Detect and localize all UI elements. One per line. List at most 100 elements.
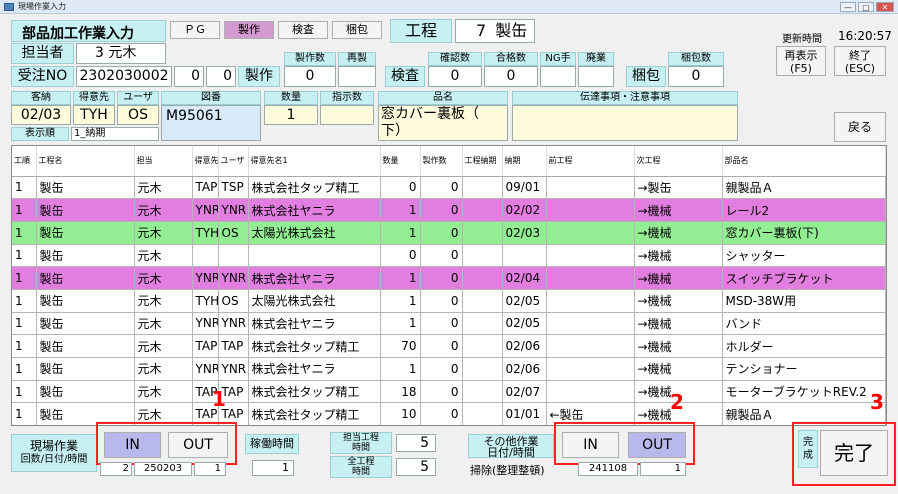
- column-header[interactable]: 工程名: [36, 146, 135, 177]
- kanryo-button[interactable]: 完了: [820, 430, 888, 476]
- refresh-button[interactable]: 再表示 (F5): [776, 46, 826, 76]
- process-table[interactable]: 工順工程名担当得意先コードユーザ得意先名1数量製作数工程納期納期前工程次工程部品…: [11, 145, 887, 426]
- table-cell: [546, 244, 635, 268]
- minimize-icon[interactable]: —: [840, 2, 856, 12]
- table-row[interactable]: 1 製缶 元木 TAP TAP 株式会社タップ精工 70 0 02/06 →機械 ホルダー: [12, 334, 886, 358]
- process-field: 7 製缶: [455, 19, 535, 43]
- konposu-field[interactable]: 0: [668, 66, 724, 87]
- table-row[interactable]: 1 製缶 元木 TAP TSP 株式会社タップ精工 0 0 09/01 →製缶 親製品Ａ: [12, 176, 886, 200]
- maximize-icon[interactable]: ▢: [858, 2, 874, 12]
- genba-in-button[interactable]: IN: [104, 432, 161, 458]
- table-cell: 1: [12, 380, 37, 404]
- kado-label: 稼働時間: [245, 434, 299, 454]
- table-cell: 02/02: [502, 198, 547, 222]
- juchu-a[interactable]: 0: [174, 66, 204, 87]
- column-header[interactable]: 得意先コード: [192, 146, 219, 177]
- table-cell: 株式会社タップ精工: [248, 380, 381, 404]
- table-cell: [248, 244, 381, 268]
- table-cell: OS: [218, 289, 249, 313]
- table-cell: 1: [12, 357, 37, 381]
- table-cell: 株式会社タップ精工: [248, 334, 381, 358]
- table-cell: 0: [420, 334, 463, 358]
- exit-label: 終了: [849, 49, 871, 62]
- haiki-field[interactable]: [578, 66, 614, 87]
- seisakusu-field[interactable]: 0: [284, 66, 336, 87]
- column-header[interactable]: 工順: [12, 146, 37, 177]
- table-cell: [546, 266, 635, 290]
- table-cell: 元木: [134, 266, 193, 290]
- table-row[interactable]: 1 製缶 元木 TYH OS 太陽光株式会社 1 0 02/05 →機械 MSD-38W用: [12, 289, 886, 313]
- table-cell: 元木: [134, 289, 193, 313]
- column-header[interactable]: 前工程: [546, 146, 635, 177]
- table-cell: →機械: [634, 357, 723, 381]
- table-cell: [502, 244, 547, 268]
- table-row[interactable]: 1 製缶 元木 YNR YNR 株式会社ヤニラ 1 0 02/05 →機械 バンド: [12, 312, 886, 336]
- nouki-label: 客納: [11, 91, 71, 105]
- seisaku-label: 製作: [238, 66, 280, 87]
- zuban-label: 図番: [161, 91, 261, 105]
- column-header[interactable]: ユーザ: [218, 146, 249, 177]
- goukakusu-field[interactable]: 0: [484, 66, 538, 87]
- sonota-out-button[interactable]: OUT: [628, 432, 686, 458]
- table-cell: 株式会社ヤニラ: [248, 266, 381, 290]
- tab-pg[interactable]: ＰＧ: [170, 21, 220, 39]
- table-row[interactable]: 1 製缶 元木 YNR YNR 株式会社ヤニラ 1 0 02/06 →機械 テンショナー: [12, 357, 886, 381]
- table-cell: 製缶: [36, 176, 135, 200]
- table-cell: 02/03: [502, 221, 547, 245]
- sonota-in-button[interactable]: IN: [562, 432, 619, 458]
- back-button[interactable]: 戻る: [834, 112, 886, 142]
- table-row[interactable]: 1 製缶 元木 0 0 →機械 シャッター: [12, 244, 886, 268]
- table-cell: 1: [12, 198, 37, 222]
- table-row[interactable]: 1 製缶 元木 YNR YNR 株式会社ヤニラ 1 0 02/04 →機械 スイッチブラケット: [12, 266, 886, 290]
- refresh-label: 再表示: [784, 49, 818, 62]
- hinmei-label: 品名: [378, 91, 508, 105]
- column-header[interactable]: 次工程: [634, 146, 723, 177]
- table-cell: 1: [12, 221, 37, 245]
- table-row[interactable]: 1 製缶 元木 YNR YNR 株式会社ヤニラ 1 0 02/02 →機械 レール2: [12, 198, 886, 222]
- zen-koutei-label-1: 全工程: [347, 457, 375, 467]
- column-header[interactable]: 数量: [380, 146, 421, 177]
- column-header[interactable]: 製作数: [420, 146, 463, 177]
- tab-konpo[interactable]: 梱包: [332, 21, 382, 39]
- tab-seisaku[interactable]: 製作: [224, 21, 274, 39]
- genba-out-button[interactable]: OUT: [168, 432, 228, 458]
- column-header[interactable]: 納期: [502, 146, 547, 177]
- tanto-koutei-value: 5: [396, 434, 436, 452]
- kakuninsu-field[interactable]: 0: [428, 66, 482, 87]
- saisei-field[interactable]: [338, 66, 376, 87]
- column-header[interactable]: 担当: [134, 146, 193, 177]
- hyojijun-select[interactable]: 1_納期: [71, 127, 159, 141]
- table-row[interactable]: 1 製缶 元木 TYH OS 太陽光株式会社 1 0 02/03 →機械 窓カバー裏板(下): [12, 221, 886, 245]
- tantousha-field[interactable]: 3 元木: [76, 43, 166, 64]
- close-icon[interactable]: ✕: [876, 2, 894, 12]
- table-row[interactable]: 1 製缶 元木 TAP TAP 株式会社タップ精工 18 0 02/07 →機械 モーターブラケット…: [12, 380, 886, 404]
- sonota-label-2: 日付/時間: [487, 446, 535, 459]
- exit-button[interactable]: 終了 (ESC): [834, 46, 886, 76]
- table-cell: YNR: [192, 198, 219, 222]
- table-cell: 0: [420, 357, 463, 381]
- genba-count: 2: [100, 462, 132, 476]
- tab-kensa[interactable]: 検査: [278, 21, 328, 39]
- hinmei-line2: 下）: [381, 123, 409, 139]
- table-cell: 製缶: [36, 312, 135, 336]
- table-cell: [462, 402, 503, 425]
- column-header[interactable]: 部品名: [722, 146, 886, 177]
- table-body: 1 製缶 元木 TAP TSP 株式会社タップ精工 0 0 09/01 →製缶 親製品Ａ 1 製缶 元木 Y…: [12, 176, 886, 425]
- table-cell: 1: [12, 289, 37, 313]
- juchu-b[interactable]: 0: [206, 66, 236, 87]
- zen-koutei-label: 全工程 時間: [330, 456, 392, 478]
- table-cell: MSD-38W用: [722, 289, 886, 313]
- column-header[interactable]: 工程納期: [462, 146, 503, 177]
- table-cell: 窓カバー裏板(下): [722, 221, 886, 245]
- saisei-label: 再製: [338, 52, 376, 66]
- annotation-2: 2: [670, 390, 684, 414]
- annotation-1: 1: [212, 387, 226, 411]
- table-cell: [462, 380, 503, 404]
- table-cell: 株式会社タップ精工: [248, 176, 381, 200]
- table-cell: 0: [420, 244, 463, 268]
- refresh-key: (F5): [790, 62, 812, 75]
- ng-field[interactable]: [540, 66, 576, 87]
- table-cell: →製缶: [634, 176, 723, 200]
- juchu-no[interactable]: 2302030002: [76, 66, 172, 87]
- column-header[interactable]: 得意先名1: [248, 146, 381, 177]
